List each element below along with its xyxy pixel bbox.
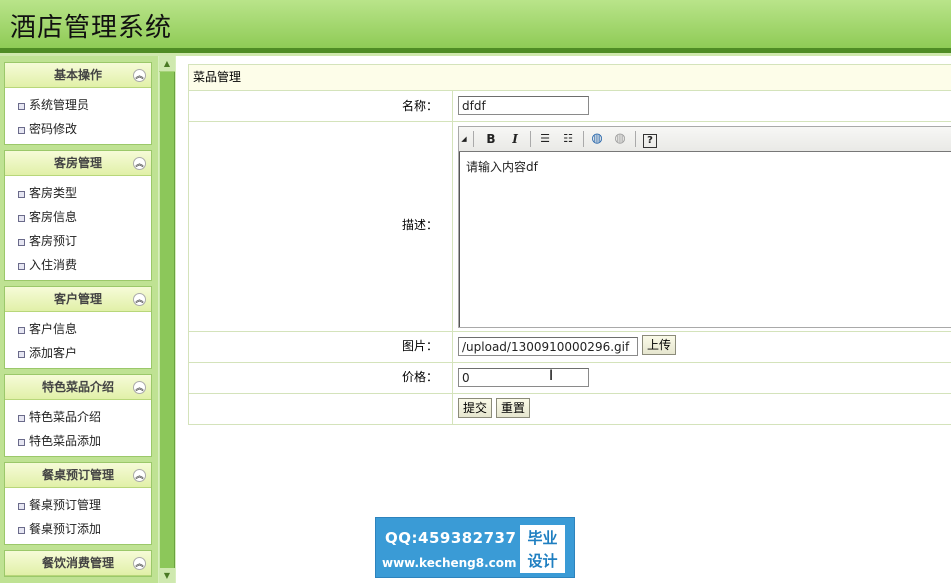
sidebar-item-customer-info[interactable]: 客户信息 [5,317,151,341]
sidebar-group-customers: 客户管理 ︽ 客户信息 添加客户 [4,286,152,369]
toolbar-separator [583,131,584,147]
sidebar-group-header[interactable]: 客房管理 ︽ [5,151,151,176]
sidebar-item-admin[interactable]: 系统管理员 [5,93,151,117]
scroll-down-icon[interactable]: ▼ [159,568,175,583]
sidebar-group-title: 餐饮消费管理 [41,556,114,570]
scroll-up-icon[interactable]: ▲ [159,56,175,71]
app-header: 酒店管理系统 [0,0,951,48]
rich-text-editor: ◢ B I ☰ ☷ ◍ ◍ ? 请输入内容df [458,126,951,328]
watermark-banner: QQ:459382737 www.kecheng8.com 毕业 设计 [375,517,575,578]
watermark-badge-line2: 设计 [527,552,558,570]
ordered-list-icon[interactable]: ☰ [535,130,555,148]
watermark-badge: 毕业 设计 [520,525,565,573]
sidebar-scrollbar[interactable]: ▲ ▼ [158,56,176,583]
image-path-input[interactable] [458,337,638,356]
watermark-badge-line1: 毕业 [527,529,558,547]
sidebar-item-table-booking-add[interactable]: 餐桌预订添加 [5,517,151,541]
image-label: 图片： [189,332,453,362]
sidebar-group-header[interactable]: 餐桌预订管理 ︽ [5,463,151,488]
collapse-icon[interactable]: ︽ [133,157,146,170]
dish-form: 菜品管理 名称： 描述： ◢ B I ☰ ☷ [188,64,951,425]
form-title: 菜品管理 [189,65,951,91]
form-row-price: 价格： I [189,363,951,394]
description-label: 描述： [189,122,453,331]
sidebar-group-tables: 餐桌预订管理 ︽ 餐桌预订管理 餐桌预订添加 [4,462,152,545]
italic-icon[interactable]: I [505,130,525,148]
unlink-icon[interactable]: ◍ [610,130,630,148]
sidebar-item-dish-add[interactable]: 特色菜品添加 [5,429,151,453]
sidebar-item-table-booking-manage[interactable]: 餐桌预订管理 [5,493,151,517]
reset-button[interactable]: 重置 [496,398,531,418]
toolbar-separator [530,131,531,147]
app-title: 酒店管理系统 [10,13,173,43]
sidebar-item-room-info[interactable]: 客房信息 [5,205,151,229]
editor-toolbar: ◢ B I ☰ ☷ ◍ ◍ ? [459,127,951,152]
text-cursor-icon: I [549,368,554,384]
sidebar-item-add-customer[interactable]: 添加客户 [5,341,151,365]
sidebar-group-title: 特色菜品介绍 [41,380,114,394]
toolbar-separator [473,131,474,147]
sidebar: 基本操作 ︽ 系统管理员 密码修改 客房管理 ︽ 客房类型 客房信息 客房预订 … [0,56,158,583]
sidebar-item-password[interactable]: 密码修改 [5,117,151,141]
sidebar-group-title: 基本操作 [53,68,102,82]
sidebar-group-title: 客房管理 [53,156,102,170]
sidebar-group-header[interactable]: 客户管理 ︽ [5,287,151,312]
sidebar-group-title: 餐桌预订管理 [41,468,114,482]
main-content: 菜品管理 名称： 描述： ◢ B I ☰ ☷ [176,56,951,583]
collapse-icon[interactable]: ︽ [133,381,146,394]
sidebar-group-header[interactable]: 餐饮消费管理 ︽ [5,551,151,576]
watermark-qq: QQ:459382737 [385,529,517,547]
scrollbar-thumb[interactable] [159,72,175,580]
toolbar-separator [635,131,636,147]
collapse-icon[interactable]: ︽ [133,69,146,82]
sidebar-item-dish-intro[interactable]: 特色菜品介绍 [5,405,151,429]
sidebar-item-checkin[interactable]: 入住消费 [5,253,151,277]
sidebar-group-rooms: 客房管理 ︽ 客房类型 客房信息 客房预订 入住消费 [4,150,152,281]
help-icon[interactable]: ? [640,130,660,148]
form-row-actions: 提交 重置 [189,394,951,425]
sidebar-group-header[interactable]: 基本操作 ︽ [5,63,151,88]
form-row-image: 图片： 上传 [189,332,951,363]
name-label: 名称： [189,91,453,121]
link-icon[interactable]: ◍ [587,130,607,148]
form-row-description: 描述： ◢ B I ☰ ☷ ◍ ◍ ? 请输入内容df [189,122,951,332]
actions-label-cell [189,394,453,424]
sidebar-group-header[interactable]: 特色菜品介绍 ︽ [5,375,151,400]
upload-button[interactable]: 上传 [642,335,677,355]
form-row-name: 名称： [189,91,951,122]
submit-button[interactable]: 提交 [458,398,493,418]
sidebar-item-room-booking[interactable]: 客房预订 [5,229,151,253]
unordered-list-icon[interactable]: ☷ [558,130,578,148]
price-input[interactable] [458,368,589,387]
name-input[interactable] [458,96,589,115]
sidebar-group-dishes: 特色菜品介绍 ︽ 特色菜品介绍 特色菜品添加 [4,374,152,457]
sidebar-group-basic: 基本操作 ︽ 系统管理员 密码修改 [4,62,152,145]
toolbar-handle-icon: ◢ [461,135,467,143]
sidebar-item-room-type[interactable]: 客房类型 [5,181,151,205]
sidebar-group-title: 客户管理 [53,292,102,306]
editor-content[interactable]: 请输入内容df [459,152,951,327]
price-label: 价格： [189,363,453,393]
watermark-url: www.kecheng8.com [382,556,517,570]
collapse-icon[interactable]: ︽ [133,293,146,306]
sidebar-group-dining: 餐饮消费管理 ︽ [4,550,152,577]
collapse-icon[interactable]: ︽ [133,557,146,570]
bold-icon[interactable]: B [481,130,501,148]
collapse-icon[interactable]: ︽ [133,469,146,482]
